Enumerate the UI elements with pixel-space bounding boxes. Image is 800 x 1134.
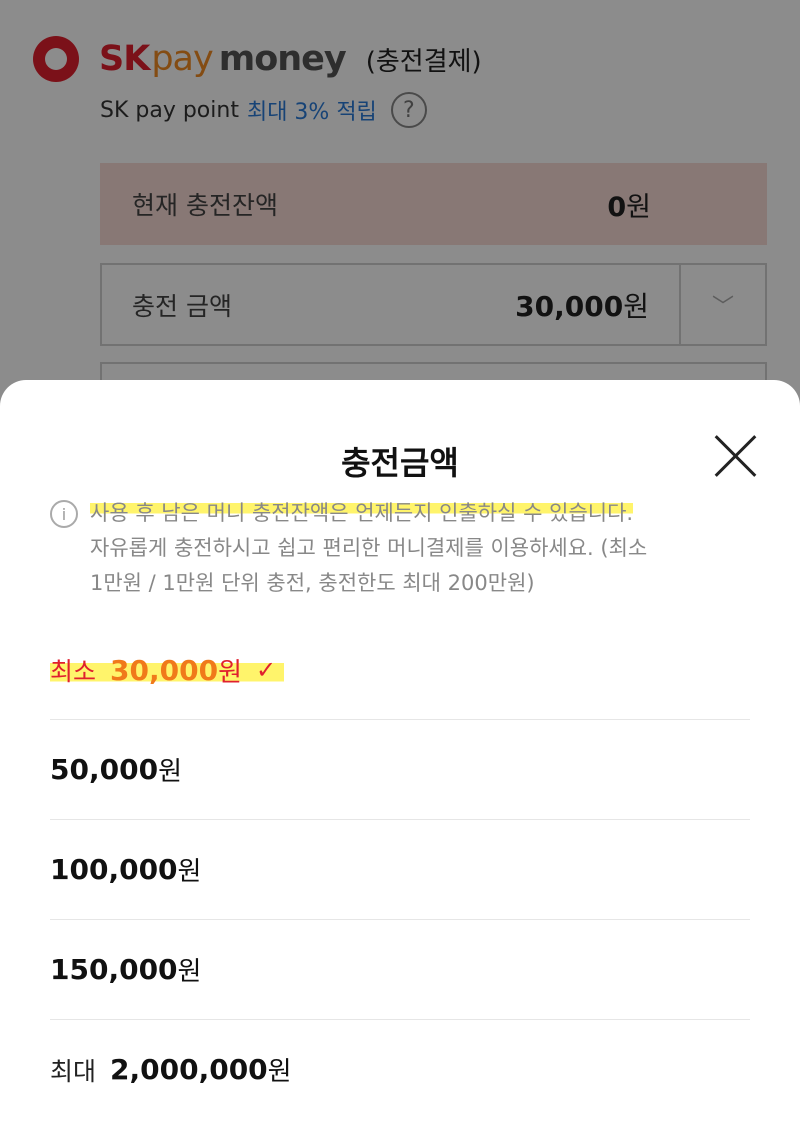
option-unit: 원: [267, 1057, 292, 1087]
option-value: 50,000: [50, 753, 159, 786]
check-icon: ✓: [256, 656, 277, 684]
info-line-1: 사용 후 남은 머니 충전잔액은 언제든지 인출하실 수 있습니다.: [90, 501, 634, 525]
selected-option: 최소 30,000 원 ✓: [50, 651, 285, 689]
option-value: 100,000: [50, 853, 178, 886]
info-notice: i 사용 후 남은 머니 충전잔액은 언제든지 인출하실 수 있습니다. 자유롭…: [50, 496, 740, 601]
option-value: 30,000: [110, 653, 219, 687]
charge-amount-sheet: 충전금액 i 사용 후 남은 머니 충전잔액은 언제든지 인출하실 수 있습니다…: [0, 380, 800, 1134]
option-unit: 원: [158, 757, 182, 787]
option-prefix: 최대: [50, 1056, 97, 1086]
info-line-2: 자유롭게 충전하시고 쉽고 편리한 머니결제를 이용하세요. (최소: [90, 536, 648, 560]
option-prefix: 최소: [50, 657, 97, 686]
option-unit: 원: [218, 657, 242, 688]
option-unit: 원: [177, 857, 202, 887]
option-unit: 원: [177, 957, 202, 987]
option-50000[interactable]: 50,000 원: [50, 719, 750, 819]
info-text: 사용 후 남은 머니 충전잔액은 언제든지 인출하실 수 있습니다. 자유롭게 …: [90, 496, 647, 601]
option-100000[interactable]: 100,000 원: [50, 819, 750, 919]
option-min[interactable]: 최소 30,000 원 ✓: [50, 620, 750, 720]
info-icon: i: [50, 500, 78, 528]
option-value: 150,000: [50, 953, 178, 986]
option-150000[interactable]: 150,000 원: [50, 919, 750, 1019]
close-icon[interactable]: [712, 432, 760, 480]
option-value: 2,000,000: [110, 1053, 268, 1086]
sheet-title: 충전금액: [341, 444, 459, 482]
option-max[interactable]: 최대 2,000,000 원: [50, 1019, 750, 1119]
info-line-3: 1만원 / 1만원 단위 충전, 충전한도 최대 200만원): [90, 571, 535, 595]
